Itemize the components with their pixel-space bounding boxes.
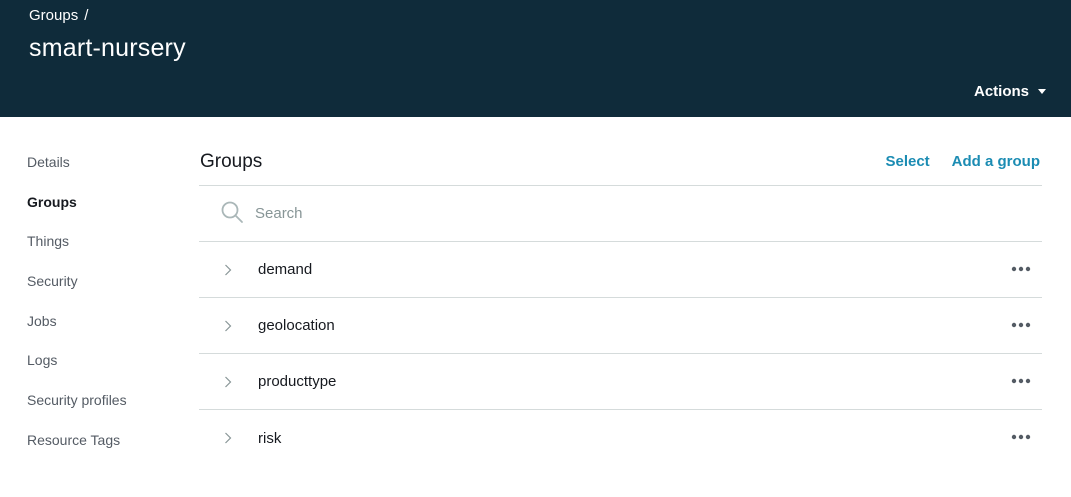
sidebar-item-label: Jobs <box>27 312 57 329</box>
add-group-button[interactable]: Add a group <box>952 153 1040 170</box>
sidebar-item-jobs[interactable]: Jobs <box>27 311 187 351</box>
group-name[interactable]: geolocation <box>258 317 335 334</box>
sidebar-item-details[interactable]: Details <box>27 152 187 192</box>
sidebar-item-logs[interactable]: Logs <box>27 350 187 390</box>
group-row-producttype[interactable]: producttype <box>199 354 1042 410</box>
breadcrumb-separator: / <box>84 7 89 24</box>
actions-button[interactable]: Actions <box>974 83 1046 100</box>
select-button[interactable]: Select <box>885 153 929 170</box>
more-options-icon[interactable] <box>1011 434 1031 440</box>
chevron-right-icon[interactable] <box>224 264 232 276</box>
breadcrumb-groups-link[interactable]: Groups <box>29 7 78 24</box>
breadcrumb: Groups / <box>29 7 88 24</box>
sidebar-item-resource-tags[interactable]: Resource Tags <box>27 430 187 470</box>
more-options-icon[interactable] <box>1011 378 1031 384</box>
search-input[interactable] <box>255 205 755 222</box>
more-options-icon[interactable] <box>1011 266 1031 272</box>
panel-title: Groups <box>200 151 263 172</box>
actions-label: Actions <box>973 83 1029 100</box>
group-row-geolocation[interactable]: geolocation <box>199 298 1042 354</box>
sidebar-item-label: Security <box>27 273 78 290</box>
groups-panel: Groups Select Add a group demand geoloca… <box>199 140 1042 466</box>
group-name[interactable]: demand <box>258 261 312 278</box>
sidebar-item-things[interactable]: Things <box>27 231 187 271</box>
sidebar-item-label: Resource Tags <box>27 431 121 448</box>
sidebar-item-label: Details <box>27 154 70 170</box>
sidebar-nav: Details Groups Things Security Jobs Logs… <box>27 152 187 470</box>
group-row-demand[interactable]: demand <box>199 242 1042 298</box>
group-name[interactable]: producttype <box>258 373 336 390</box>
panel-actions: Select Add a group <box>885 153 1040 170</box>
group-name[interactable]: risk <box>258 430 281 447</box>
caret-down-icon <box>1038 89 1046 94</box>
search-bar <box>199 186 1042 242</box>
page-header: Groups / smart-nursery Actions <box>0 0 1071 117</box>
sidebar-item-label: Groups <box>27 193 77 210</box>
group-row-risk[interactable]: risk <box>199 410 1042 466</box>
search-icon <box>221 201 243 223</box>
chevron-right-icon[interactable] <box>224 376 232 388</box>
sidebar-item-security[interactable]: Security <box>27 271 187 311</box>
page-title: smart-nursery <box>29 34 186 62</box>
sidebar-item-label: Things <box>27 233 70 250</box>
more-options-icon[interactable] <box>1011 322 1031 328</box>
sidebar-item-security-profiles[interactable]: Security profiles <box>27 390 187 430</box>
sidebar-item-groups[interactable]: Groups <box>27 192 187 232</box>
panel-header: Groups Select Add a group <box>199 140 1042 186</box>
sidebar-item-label: Logs <box>27 352 58 369</box>
sidebar-item-label: Security profiles <box>27 392 127 409</box>
chevron-right-icon[interactable] <box>224 432 232 444</box>
chevron-right-icon[interactable] <box>224 320 232 332</box>
